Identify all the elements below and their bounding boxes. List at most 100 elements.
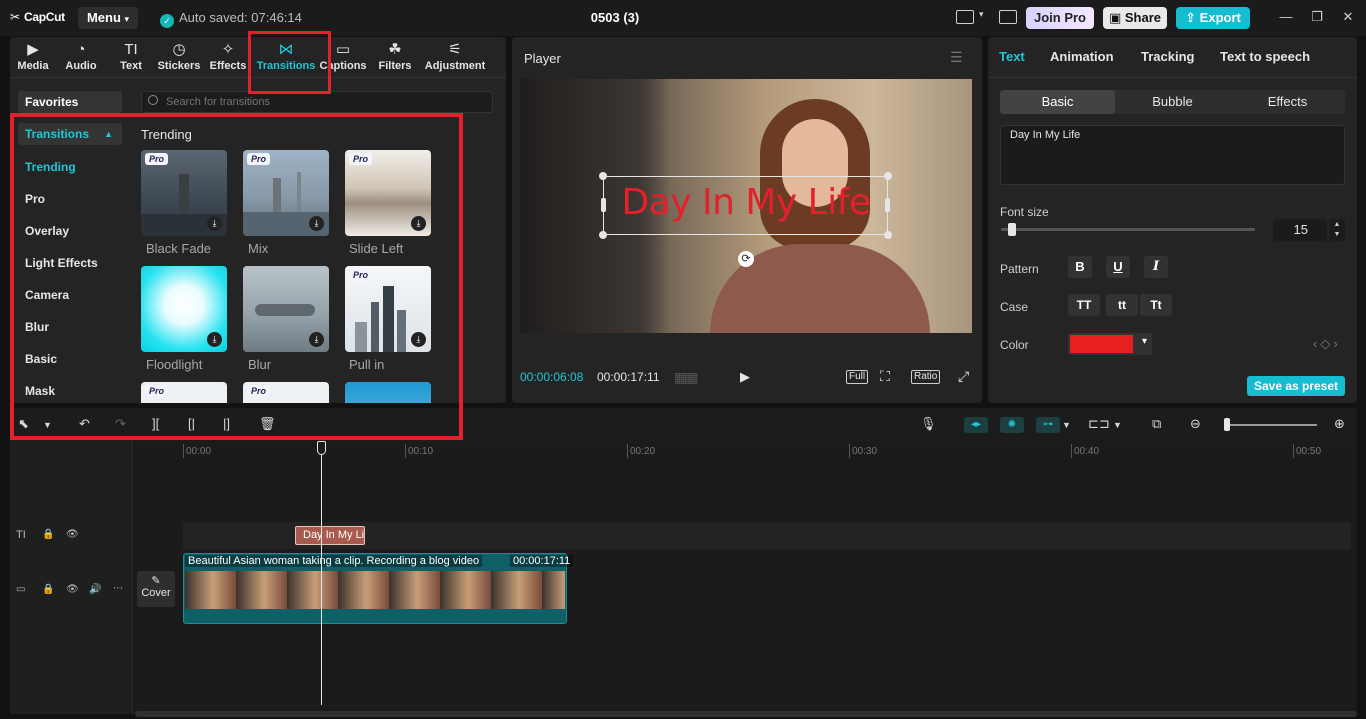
tab-filters[interactable]: ☘ Filters bbox=[370, 40, 420, 72]
minimize-icon[interactable]: — bbox=[1276, 9, 1296, 24]
case-uppercase-button[interactable]: TT bbox=[1068, 294, 1100, 316]
subtab-effects[interactable]: Effects bbox=[1230, 90, 1345, 114]
current-timecode: 00:00:06:08 bbox=[520, 370, 584, 384]
chevron-down-icon[interactable]: ▼ bbox=[1113, 420, 1122, 430]
layout-icon[interactable] bbox=[956, 10, 974, 24]
play-button[interactable]: ▶ bbox=[740, 369, 750, 385]
tab-text[interactable]: Text bbox=[999, 49, 1025, 64]
tab-label: Audio bbox=[65, 60, 97, 72]
playhead[interactable] bbox=[321, 441, 322, 705]
zoom-slider-handle[interactable] bbox=[1224, 418, 1230, 431]
font-size-input[interactable]: 15 bbox=[1273, 219, 1327, 241]
case-lowercase-button[interactable]: tt bbox=[1106, 294, 1138, 316]
keyboard-shortcuts-icon[interactable] bbox=[999, 10, 1017, 24]
join-pro-button[interactable]: Join Pro bbox=[1026, 7, 1094, 29]
color-swatch bbox=[1070, 335, 1133, 353]
font-size-slider[interactable] bbox=[1001, 228, 1255, 231]
audio-icon: ◔ bbox=[76, 41, 86, 58]
tab-label: Media bbox=[17, 60, 49, 72]
tab-effects[interactable]: ✧ Effects bbox=[203, 40, 253, 72]
tab-stickers[interactable]: ◷ Stickers bbox=[154, 40, 204, 72]
resize-handle[interactable] bbox=[599, 172, 607, 180]
menu-icon[interactable]: ☰ bbox=[950, 49, 963, 66]
preview-axis-icon[interactable]: ⊏⊐ bbox=[1088, 416, 1110, 432]
track-headers bbox=[10, 441, 133, 714]
video-track-icon: ▭ bbox=[16, 584, 26, 595]
keyframe-icon[interactable]: ‹◇› bbox=[1313, 336, 1341, 352]
fit-timeline-icon[interactable]: ⧉ bbox=[1152, 416, 1161, 432]
eye-icon[interactable]: 👁 bbox=[66, 529, 79, 540]
auto-snap-icon[interactable]: ✺ bbox=[1000, 417, 1024, 433]
tab-text[interactable]: TI Text bbox=[106, 40, 156, 72]
video-clip-name: Beautiful Asian woman taking a clip. Rec… bbox=[185, 555, 483, 567]
resize-handle[interactable] bbox=[884, 172, 892, 180]
tab-adjustment[interactable]: ⚟ Adjustment bbox=[424, 40, 486, 72]
overlay-title-text[interactable]: Day In My Life bbox=[611, 182, 881, 223]
bold-button[interactable]: B bbox=[1068, 256, 1092, 278]
tab-label: Effects bbox=[209, 60, 247, 72]
chevron-down-icon[interactable]: ▼ bbox=[1062, 420, 1071, 430]
resize-handle[interactable] bbox=[884, 231, 892, 239]
full-button[interactable]: Full bbox=[846, 370, 869, 384]
stickers-icon: ◷ bbox=[172, 41, 186, 58]
chevron-down-icon: ▾ bbox=[124, 14, 130, 24]
font-size-stepper[interactable]: ▲ ▼ bbox=[1329, 219, 1345, 241]
linkage-icon[interactable]: ⊶ bbox=[1036, 417, 1060, 433]
tab-animation[interactable]: Animation bbox=[1050, 49, 1114, 64]
clip-frame bbox=[440, 571, 491, 609]
main-track-magnet-icon[interactable]: ◂▸ bbox=[964, 417, 988, 433]
tab-tracking[interactable]: Tracking bbox=[1141, 49, 1194, 64]
horizontal-scrollbar[interactable] bbox=[135, 711, 1357, 717]
tab-audio[interactable]: ◔ Audio bbox=[56, 40, 106, 72]
zoom-fit-icon[interactable]: ⛶ bbox=[880, 368, 890, 385]
favorites-button[interactable]: Favorites bbox=[18, 91, 122, 113]
subtab-basic[interactable]: Basic bbox=[1000, 90, 1115, 114]
subtab-bubble[interactable]: Bubble bbox=[1115, 90, 1230, 114]
lock-icon[interactable]: 🔒 bbox=[42, 584, 54, 595]
share-button[interactable]: ▣ Share bbox=[1103, 7, 1167, 29]
text-track-icon: TI bbox=[16, 529, 26, 541]
case-titlecase-button[interactable]: Tt bbox=[1140, 294, 1172, 316]
fullscreen-icon[interactable]: ⤢ bbox=[958, 368, 969, 385]
save-as-preset-button[interactable]: Save as preset bbox=[1247, 376, 1345, 396]
slider-handle[interactable] bbox=[1008, 223, 1016, 236]
close-icon[interactable]: ✕ bbox=[1338, 9, 1358, 25]
chevron-up-icon[interactable]: ▲ bbox=[1334, 221, 1341, 228]
underline-button[interactable]: U bbox=[1106, 256, 1130, 278]
playhead-handle[interactable] bbox=[317, 441, 326, 455]
restore-icon[interactable]: ❐ bbox=[1307, 9, 1327, 25]
color-picker[interactable]: ▾ bbox=[1068, 333, 1152, 355]
rotate-icon[interactable]: ⟳ bbox=[738, 251, 754, 267]
clip-frame bbox=[389, 571, 440, 609]
italic-button[interactable]: I bbox=[1144, 256, 1168, 278]
cover-button[interactable]: ✎ Cover bbox=[137, 571, 175, 607]
resize-handle[interactable] bbox=[601, 198, 606, 212]
search-input[interactable] bbox=[141, 91, 493, 113]
chevron-down-icon[interactable]: ▾ bbox=[979, 9, 984, 20]
menu-button[interactable]: Menu ▾ bbox=[78, 7, 138, 29]
zoom-out-icon[interactable]: ⊖ bbox=[1190, 416, 1201, 432]
chevron-down-icon[interactable]: ▼ bbox=[1334, 231, 1341, 238]
text-clip[interactable]: Day In My Life bbox=[295, 526, 365, 545]
text-content-field[interactable]: Day In My Life bbox=[1000, 125, 1345, 185]
lock-icon[interactable]: 🔒 bbox=[42, 529, 54, 540]
app-logo: ✂ CapCut bbox=[10, 10, 65, 24]
cover-label: Cover bbox=[141, 587, 171, 599]
check-icon: ✓ bbox=[160, 14, 174, 28]
microphone-icon[interactable]: 🎙 bbox=[920, 416, 937, 432]
zoom-in-icon[interactable]: ⊕ bbox=[1334, 416, 1345, 432]
clip-frame bbox=[338, 571, 389, 609]
font-size-label: Font size bbox=[1000, 205, 1049, 219]
tab-media[interactable]: ▶ Media bbox=[8, 40, 58, 72]
zoom-slider[interactable] bbox=[1226, 424, 1317, 426]
resize-handle[interactable] bbox=[885, 198, 890, 212]
ratio-button[interactable]: Ratio bbox=[911, 370, 941, 384]
chevron-down-icon: ▾ bbox=[1141, 336, 1147, 347]
tab-text-to-speech[interactable]: Text to speech bbox=[1220, 49, 1310, 64]
export-button[interactable]: ⇪ Export bbox=[1176, 7, 1250, 29]
more-icon[interactable]: ⋯ bbox=[113, 583, 123, 594]
ruler-tick-label: 00:00 bbox=[186, 446, 212, 457]
resize-handle[interactable] bbox=[599, 231, 607, 239]
eye-icon[interactable]: 👁 bbox=[66, 584, 79, 595]
speaker-icon[interactable]: 🔊 bbox=[89, 584, 101, 595]
